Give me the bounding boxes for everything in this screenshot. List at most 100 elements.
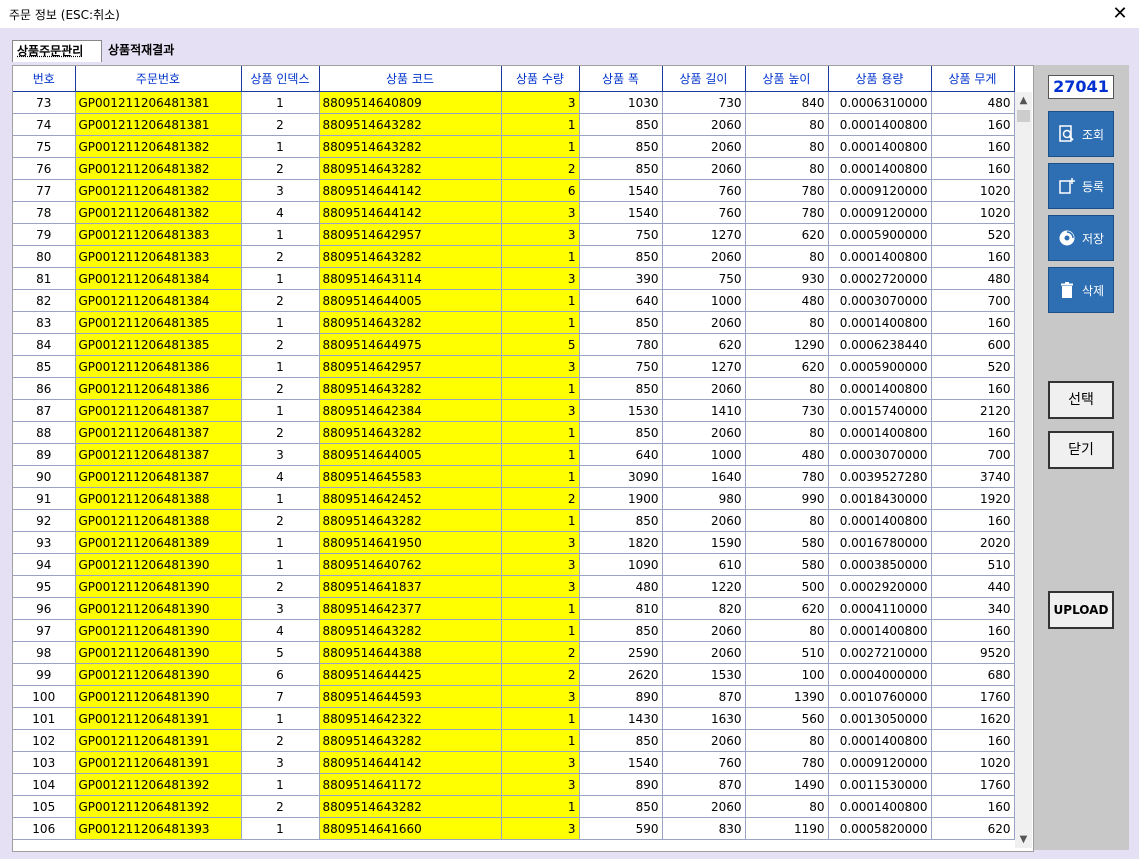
product-index-cell[interactable]: 3 bbox=[241, 443, 320, 466]
row-no-cell[interactable]: 91 bbox=[13, 487, 76, 510]
close-icon[interactable]: ✕ bbox=[1109, 3, 1131, 25]
table-row[interactable]: 77 GP001211206481382 3 8809514644142 6 1540 76… bbox=[13, 179, 1015, 202]
product-volume-cell[interactable]: 0.0001400800 bbox=[828, 795, 932, 818]
table-row[interactable]: 102 GP001211206481391 2 8809514643282 1 850 20… bbox=[13, 729, 1015, 752]
product-weight-cell[interactable]: 440 bbox=[931, 575, 1015, 598]
row-no-cell[interactable]: 94 bbox=[13, 553, 76, 576]
product-weight-cell[interactable]: 2020 bbox=[931, 531, 1015, 554]
product-index-cell[interactable]: 1 bbox=[241, 91, 320, 114]
product-volume-cell[interactable]: 0.0001400800 bbox=[828, 157, 932, 180]
product-code-cell[interactable]: 8809514644005 bbox=[319, 289, 502, 312]
product-height-cell[interactable]: 480 bbox=[745, 443, 829, 466]
product-length-cell[interactable]: 2060 bbox=[662, 641, 746, 664]
order-no-cell[interactable]: GP001211206481381 bbox=[75, 113, 242, 136]
product-weight-cell[interactable]: 160 bbox=[931, 729, 1015, 752]
product-qty-cell[interactable]: 3 bbox=[501, 531, 580, 554]
product-volume-cell[interactable]: 0.0004110000 bbox=[828, 597, 932, 620]
product-volume-cell[interactable]: 0.0013050000 bbox=[828, 707, 932, 730]
product-code-cell[interactable]: 8809514641950 bbox=[319, 531, 502, 554]
product-code-cell[interactable]: 8809514642384 bbox=[319, 399, 502, 422]
product-code-cell[interactable]: 8809514644593 bbox=[319, 685, 502, 708]
product-width-cell[interactable]: 850 bbox=[579, 245, 663, 268]
product-height-cell[interactable]: 730 bbox=[745, 399, 829, 422]
product-volume-cell[interactable]: 0.0001400800 bbox=[828, 729, 932, 752]
table-row[interactable]: 96 GP001211206481390 3 8809514642377 1 810 820… bbox=[13, 597, 1015, 620]
product-length-cell[interactable]: 1000 bbox=[662, 443, 746, 466]
product-index-cell[interactable]: 1 bbox=[241, 311, 320, 334]
product-qty-cell[interactable]: 1 bbox=[501, 289, 580, 312]
product-code-cell[interactable]: 8809514641172 bbox=[319, 773, 502, 796]
product-code-cell[interactable]: 8809514643282 bbox=[319, 113, 502, 136]
product-weight-cell[interactable]: 1020 bbox=[931, 751, 1015, 774]
order-no-cell[interactable]: GP001211206481385 bbox=[75, 333, 242, 356]
table-row[interactable]: 101 GP001211206481391 1 8809514642322 1 1430 1… bbox=[13, 707, 1015, 730]
product-weight-cell[interactable]: 160 bbox=[931, 421, 1015, 444]
product-code-cell[interactable]: 8809514643282 bbox=[319, 157, 502, 180]
product-index-cell[interactable]: 6 bbox=[241, 663, 320, 686]
order-no-cell[interactable]: GP001211206481391 bbox=[75, 707, 242, 730]
table-row[interactable]: 100 GP001211206481390 7 8809514644593 3 890 87… bbox=[13, 685, 1015, 708]
table-row[interactable]: 74 GP001211206481381 2 8809514643282 1 850 206… bbox=[13, 113, 1015, 136]
table-row[interactable]: 93 GP001211206481389 1 8809514641950 3 1820 15… bbox=[13, 531, 1015, 554]
table-row[interactable]: 78 GP001211206481382 4 8809514644142 3 1540 76… bbox=[13, 201, 1015, 224]
product-qty-cell[interactable]: 3 bbox=[501, 267, 580, 290]
product-height-cell[interactable]: 620 bbox=[745, 355, 829, 378]
order-no-cell[interactable]: GP001211206481388 bbox=[75, 487, 242, 510]
product-index-cell[interactable]: 1 bbox=[241, 135, 320, 158]
product-width-cell[interactable]: 390 bbox=[579, 267, 663, 290]
product-weight-cell[interactable]: 520 bbox=[931, 355, 1015, 378]
order-no-cell[interactable]: GP001211206481387 bbox=[75, 421, 242, 444]
product-weight-cell[interactable]: 1920 bbox=[931, 487, 1015, 510]
product-index-cell[interactable]: 5 bbox=[241, 641, 320, 664]
product-qty-cell[interactable]: 3 bbox=[501, 751, 580, 774]
product-width-cell[interactable]: 850 bbox=[579, 619, 663, 642]
product-volume-cell[interactable]: 0.0027210000 bbox=[828, 641, 932, 664]
product-code-cell[interactable]: 8809514645583 bbox=[319, 465, 502, 488]
product-height-cell[interactable]: 1290 bbox=[745, 333, 829, 356]
product-volume-cell[interactable]: 0.0005900000 bbox=[828, 355, 932, 378]
save-button[interactable]: 저장 bbox=[1048, 215, 1114, 261]
col-header-length[interactable]: 상품 길이 bbox=[662, 66, 746, 92]
order-no-cell[interactable]: GP001211206481381 bbox=[75, 91, 242, 114]
product-volume-cell[interactable]: 0.0010760000 bbox=[828, 685, 932, 708]
row-no-cell[interactable]: 77 bbox=[13, 179, 76, 202]
product-index-cell[interactable]: 2 bbox=[241, 421, 320, 444]
product-qty-cell[interactable]: 3 bbox=[501, 773, 580, 796]
order-no-cell[interactable]: GP001211206481390 bbox=[75, 641, 242, 664]
product-code-cell[interactable]: 8809514642322 bbox=[319, 707, 502, 730]
table-row[interactable]: 86 GP001211206481386 2 8809514643282 1 850 206… bbox=[13, 377, 1015, 400]
product-weight-cell[interactable]: 160 bbox=[931, 377, 1015, 400]
product-qty-cell[interactable]: 1 bbox=[501, 795, 580, 818]
row-no-cell[interactable]: 81 bbox=[13, 267, 76, 290]
product-qty-cell[interactable]: 3 bbox=[501, 201, 580, 224]
product-width-cell[interactable]: 750 bbox=[579, 223, 663, 246]
order-no-cell[interactable]: GP001211206481382 bbox=[75, 201, 242, 224]
order-no-cell[interactable]: GP001211206481390 bbox=[75, 685, 242, 708]
product-qty-cell[interactable]: 1 bbox=[501, 707, 580, 730]
product-length-cell[interactable]: 870 bbox=[662, 685, 746, 708]
row-no-cell[interactable]: 104 bbox=[13, 773, 76, 796]
product-index-cell[interactable]: 1 bbox=[241, 355, 320, 378]
product-qty-cell[interactable]: 1 bbox=[501, 729, 580, 752]
product-length-cell[interactable]: 1410 bbox=[662, 399, 746, 422]
product-height-cell[interactable]: 1190 bbox=[745, 817, 829, 840]
product-qty-cell[interactable]: 2 bbox=[501, 641, 580, 664]
product-code-cell[interactable]: 8809514642957 bbox=[319, 223, 502, 246]
register-button[interactable]: 등록 bbox=[1048, 163, 1114, 209]
order-no-cell[interactable]: GP001211206481386 bbox=[75, 377, 242, 400]
product-length-cell[interactable]: 1530 bbox=[662, 663, 746, 686]
row-no-cell[interactable]: 84 bbox=[13, 333, 76, 356]
order-no-cell[interactable]: GP001211206481382 bbox=[75, 157, 242, 180]
table-row[interactable]: 73 GP001211206481381 1 8809514640809 3 1030 73… bbox=[13, 91, 1015, 114]
product-weight-cell[interactable]: 160 bbox=[931, 311, 1015, 334]
product-length-cell[interactable]: 830 bbox=[662, 817, 746, 840]
order-grid[interactable]: 번호 주문번호 상품 인덱스 상품 코드 상품 수량 상품 폭 상품 길이 상품… bbox=[12, 65, 1034, 852]
row-no-cell[interactable]: 106 bbox=[13, 817, 76, 840]
row-no-cell[interactable]: 102 bbox=[13, 729, 76, 752]
product-height-cell[interactable]: 80 bbox=[745, 113, 829, 136]
product-volume-cell[interactable]: 0.0003850000 bbox=[828, 553, 932, 576]
product-index-cell[interactable]: 2 bbox=[241, 575, 320, 598]
product-length-cell[interactable]: 980 bbox=[662, 487, 746, 510]
product-length-cell[interactable]: 760 bbox=[662, 201, 746, 224]
product-volume-cell[interactable]: 0.0001400800 bbox=[828, 245, 932, 268]
